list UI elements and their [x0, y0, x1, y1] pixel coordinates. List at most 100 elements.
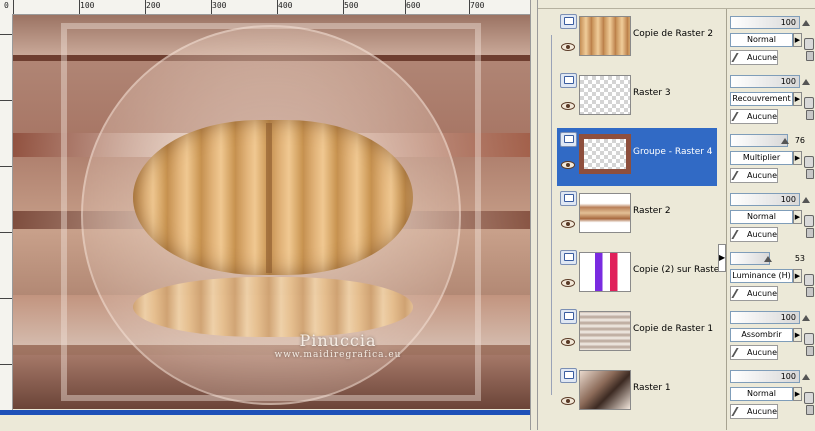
lock-icon[interactable] [804, 97, 814, 109]
ruler-tick [469, 0, 470, 14]
layer-props: 100 Normal ▶ Aucune [730, 365, 815, 423]
lock-icon[interactable] [804, 38, 814, 50]
opacity-slider[interactable]: 100 [730, 193, 800, 206]
layer-row[interactable]: Raster 3 [557, 69, 717, 127]
ruler-label: 0 [4, 1, 9, 10]
layer-type-icon[interactable] [560, 132, 577, 147]
layer-row[interactable]: Raster 2 [557, 187, 717, 245]
blend-mode-select[interactable]: Normal [730, 387, 793, 401]
layer-name: Raster 1 [633, 383, 671, 393]
opacity-value: 53 [794, 254, 805, 263]
ruler-tick [0, 232, 12, 233]
slider-handle-icon[interactable] [781, 138, 789, 144]
blend-mode-select[interactable]: Multiplier [730, 151, 793, 165]
blend-mode-select[interactable]: Normal [730, 210, 793, 224]
layer-props: 100 Assombrir ▶ Aucune [730, 306, 815, 364]
layer-props: 100 Normal ▶ Aucune [730, 188, 815, 246]
layer-props: 100 Recouvrement ▶ Aucune [730, 70, 815, 128]
blend-arrow-icon[interactable]: ▶ [793, 387, 802, 401]
lock-icon[interactable] [804, 156, 814, 168]
mask-select[interactable]: Aucune [730, 227, 778, 242]
layer-type-icon[interactable] [560, 14, 577, 29]
ruler-tick [343, 0, 344, 14]
blend-arrow-icon[interactable]: ▶ [793, 210, 802, 224]
mask-select[interactable]: Aucune [730, 286, 778, 301]
eye-icon[interactable] [561, 43, 575, 51]
mask-select[interactable]: Aucune [730, 345, 778, 360]
slider-handle-icon[interactable] [764, 256, 772, 262]
panel-divider[interactable] [530, 0, 538, 430]
eye-icon[interactable] [561, 279, 575, 287]
lock-icon[interactable] [806, 51, 814, 61]
opacity-value: 100 [780, 18, 796, 27]
slider-handle-icon[interactable] [802, 197, 810, 203]
lock-icon[interactable] [804, 392, 814, 404]
opacity-value: 100 [780, 372, 796, 381]
blend-arrow-icon[interactable]: ▶ [793, 269, 802, 283]
ruler-tick [0, 364, 12, 365]
lock-icon[interactable] [806, 405, 814, 415]
mask-select[interactable]: Aucune [730, 168, 778, 183]
layer-props: 53 Luminance (H) ▶ Aucune [730, 247, 815, 305]
ruler-tick [0, 34, 12, 35]
eye-icon[interactable] [561, 102, 575, 110]
layer-type-icon[interactable] [560, 368, 577, 383]
layer-type-icon[interactable] [560, 73, 577, 88]
blend-arrow-icon[interactable]: ▶ [793, 151, 802, 165]
layer-thumbnail [579, 75, 631, 115]
ruler-tick [277, 0, 278, 14]
blend-mode-select[interactable]: Luminance (H) [730, 269, 793, 283]
opacity-slider[interactable]: 76 [730, 134, 805, 147]
lock-icon[interactable] [804, 333, 814, 345]
layer-row[interactable]: Copie de Raster 1 [557, 305, 717, 363]
opacity-slider[interactable]: 100 [730, 370, 800, 383]
layer-row[interactable]: Copie de Raster 2 [557, 10, 717, 68]
image-canvas[interactable]: Pinuccia www.maidiregrafica.eu [13, 15, 530, 409]
blend-arrow-icon[interactable]: ▶ [793, 33, 802, 47]
slider-handle-icon[interactable] [802, 79, 810, 85]
horizontal-ruler: 0 100 200 300 400 500 600 700 [0, 0, 530, 15]
eye-icon[interactable] [561, 161, 575, 169]
eye-icon[interactable] [561, 397, 575, 405]
layer-row[interactable]: Raster 1 [557, 364, 717, 422]
watermark: Pinuccia www.maidiregrafica.eu [268, 331, 408, 360]
collapse-arrow-icon[interactable]: ▶ [718, 244, 726, 272]
eye-icon[interactable] [561, 220, 575, 228]
layer-row[interactable]: Copie (2) sur Raster [557, 246, 723, 304]
ruler-tick [0, 100, 12, 101]
blend-mode-select[interactable]: Assombrir [730, 328, 793, 342]
horizontal-scrollbar[interactable] [0, 410, 530, 415]
opacity-slider[interactable]: 100 [730, 311, 800, 324]
lock-icon[interactable] [804, 215, 814, 227]
lock-icon[interactable] [806, 228, 814, 238]
mask-label: Aucune [747, 171, 778, 180]
layer-row-selected[interactable]: Groupe - Raster 4 [557, 128, 717, 186]
opacity-slider[interactable]: 100 [730, 75, 800, 88]
lock-icon[interactable] [806, 346, 814, 356]
layer-type-icon[interactable] [560, 309, 577, 324]
layer-thumbnail [579, 193, 631, 233]
lock-icon[interactable] [806, 287, 814, 297]
lock-icon[interactable] [806, 169, 814, 179]
slider-handle-icon[interactable] [802, 20, 810, 26]
slider-handle-icon[interactable] [802, 315, 810, 321]
mask-select[interactable]: Aucune [730, 50, 778, 65]
mask-label: Aucune [747, 289, 778, 298]
blend-arrow-icon[interactable]: ▶ [793, 328, 802, 342]
blend-mode-select[interactable]: Recouvrement [730, 92, 793, 106]
lock-icon[interactable] [804, 274, 814, 286]
opacity-slider[interactable]: 100 [730, 16, 800, 29]
lock-icon[interactable] [806, 110, 814, 120]
blend-mode-select[interactable]: Normal [730, 33, 793, 47]
opacity-value: 76 [794, 136, 805, 145]
layer-thumbnail [579, 311, 631, 351]
layer-type-icon[interactable] [560, 250, 577, 265]
blend-arrow-icon[interactable]: ▶ [793, 92, 802, 106]
ruler-tick [211, 0, 212, 14]
mask-select[interactable]: Aucune [730, 109, 778, 124]
eye-icon[interactable] [561, 338, 575, 346]
layer-type-icon[interactable] [560, 191, 577, 206]
slider-handle-icon[interactable] [802, 374, 810, 380]
layer-thumbnail [579, 16, 631, 56]
mask-select[interactable]: Aucune [730, 404, 778, 419]
